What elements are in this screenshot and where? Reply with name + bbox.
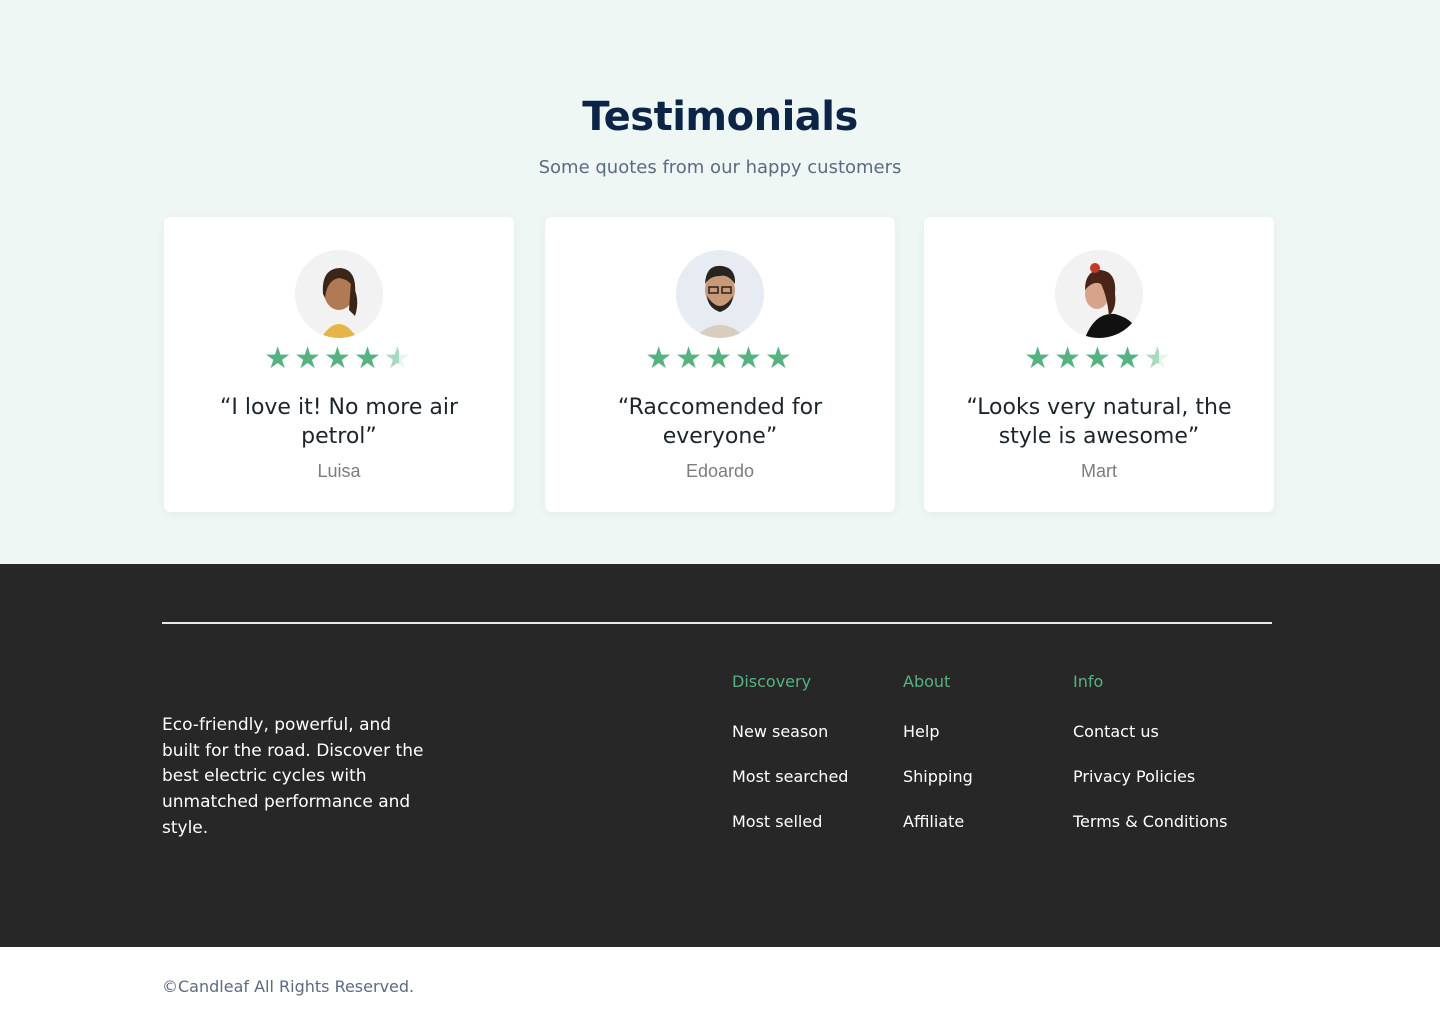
- footer-description: Eco-friendly, powerful, and built for th…: [162, 715, 424, 838]
- footer-link-contact-us[interactable]: Contact us: [1073, 723, 1227, 768]
- footer-link-most-searched[interactable]: Most searched: [732, 768, 848, 813]
- star-icon: ★: [1084, 341, 1114, 376]
- avatar: [295, 250, 383, 338]
- star-icon: ★: [645, 341, 676, 376]
- testimonial-card: ★★★★★ “I love it! No more air petrol” Lu…: [164, 217, 514, 512]
- rating-stars: ★★★★★: [545, 344, 895, 374]
- testimonial-quote: “Looks very natural, the style is awesom…: [966, 395, 1232, 449]
- testimonial-quote: “Raccomended for everyone”: [617, 395, 823, 449]
- footer-column-about: About Help Shipping Affiliate: [903, 673, 973, 858]
- testimonial-author: Edoardo: [685, 461, 755, 481]
- star-icon: ★: [1054, 341, 1085, 376]
- footer-heading: Info: [1073, 672, 1104, 691]
- star-icon: ★: [294, 341, 325, 376]
- testimonials-section: Testimonials Some quotes from our happy …: [0, 0, 1440, 564]
- star-icon: ★: [764, 341, 795, 376]
- half-star-icon: ★: [1143, 341, 1174, 376]
- footer-link-terms[interactable]: Terms & Conditions: [1073, 813, 1227, 858]
- footer-link-privacy-policies[interactable]: Privacy Policies: [1073, 768, 1227, 813]
- testimonial-quote: “I love it! No more air petrol”: [219, 395, 459, 449]
- testimonials-title: Testimonials: [582, 94, 858, 140]
- star-icon: ★: [264, 341, 295, 376]
- avatar: [1055, 250, 1143, 338]
- footer: Eco-friendly, powerful, and built for th…: [0, 564, 1440, 947]
- star-icon: ★: [1113, 341, 1144, 376]
- star-icon: ★: [675, 341, 706, 376]
- avatar: [676, 250, 764, 338]
- testimonial-author: Luisa: [317, 461, 361, 481]
- footer-link-shipping[interactable]: Shipping: [903, 768, 973, 813]
- star-icon: ★: [734, 341, 765, 376]
- footer-link-help[interactable]: Help: [903, 723, 973, 768]
- footer-heading: Discovery: [732, 672, 812, 691]
- half-star-icon: ★: [383, 341, 414, 376]
- testimonial-card: ★★★★★ “Raccomended for everyone” Edoardo: [545, 217, 895, 512]
- star-icon: ★: [324, 341, 354, 376]
- testimonials-subtitle: Some quotes from our happy customers: [538, 157, 902, 178]
- footer-link-affiliate[interactable]: Affiliate: [903, 813, 973, 858]
- footer-link-new-season[interactable]: New season: [732, 723, 848, 768]
- footer-divider: [162, 622, 1272, 624]
- rating-stars: ★★★★★: [164, 344, 514, 374]
- footer-column-info: Info Contact us Privacy Policies Terms &…: [1073, 673, 1227, 858]
- copyright-text: ©Candleaf All Rights Reserved.: [162, 977, 415, 996]
- star-icon: ★: [1024, 341, 1055, 376]
- testimonial-card: ★★★★★ “Looks very natural, the style is …: [924, 217, 1274, 512]
- footer-link-most-selled[interactable]: Most selled: [732, 813, 848, 858]
- rating-stars: ★★★★★: [924, 344, 1274, 374]
- testimonial-author: Mart: [1081, 461, 1117, 481]
- footer-column-discovery: Discovery New season Most searched Most …: [732, 673, 848, 858]
- footer-heading: About: [903, 672, 951, 691]
- star-icon: ★: [705, 341, 735, 376]
- star-icon: ★: [353, 341, 384, 376]
